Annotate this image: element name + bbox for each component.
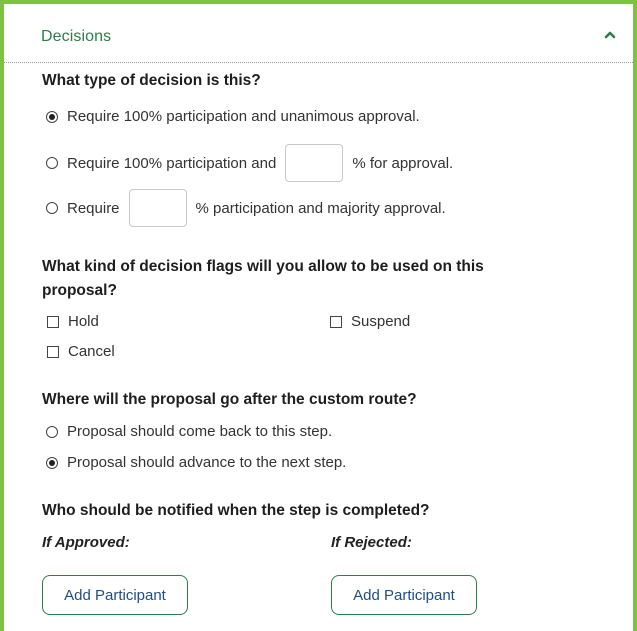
flag-label: Cancel (68, 343, 115, 360)
add-participant-rejected-button[interactable]: Add Participant (331, 575, 477, 615)
decision-option-label: Require 100% participation and unanimous… (67, 108, 420, 125)
route-option-label: Proposal should come back to this step. (67, 423, 333, 440)
chevron-up-icon[interactable] (603, 29, 617, 41)
route-radio-come-back[interactable] (46, 425, 58, 438)
decision-option-label: Require (67, 199, 120, 217)
route-option-come-back[interactable]: Proposal should come back to this step. (46, 423, 332, 440)
decision-type-question: What type of decision is this? (42, 72, 261, 89)
decision-option-label: % for approval. (352, 154, 454, 172)
decision-option-label: Require 100% participation and (67, 154, 277, 172)
decision-option-unanimous[interactable]: Require 100% participation and unanimous… (46, 108, 420, 125)
decision-option-label: % participation and majority approval. (195, 199, 446, 217)
flag-hold-checkbox[interactable] (47, 315, 59, 328)
decision-option-percent-participation[interactable]: Require % participation and majority app… (46, 189, 446, 227)
if-approved-label: If Approved: (42, 534, 130, 551)
panel-header[interactable]: Decisions (4, 4, 633, 63)
panel-title: Decisions (41, 28, 112, 45)
flag-suspend-checkbox[interactable] (330, 315, 342, 328)
flag-suspend[interactable]: Suspend (330, 313, 410, 330)
decision-flags-question-cont: proposal? (42, 282, 117, 299)
flag-label: Hold (68, 313, 99, 330)
notify-question: Who should be notified when the step is … (42, 502, 430, 519)
flag-cancel-checkbox[interactable] (47, 345, 59, 358)
flag-hold[interactable]: Hold (47, 313, 99, 330)
add-participant-approved-button[interactable]: Add Participant (42, 575, 188, 615)
flag-label: Suspend (351, 313, 411, 330)
route-question: Where will the proposal go after the cus… (42, 391, 417, 408)
approval-percent-input[interactable] (285, 144, 344, 182)
if-rejected-label: If Rejected: (331, 534, 412, 551)
decision-radio-percent-participation[interactable] (46, 202, 58, 214)
decision-radio-unanimous[interactable] (46, 110, 58, 123)
participation-percent-input[interactable] (128, 189, 187, 227)
route-option-label: Proposal should advance to the next step… (67, 454, 347, 471)
decision-radio-percent-approval[interactable] (46, 157, 58, 169)
decision-flags-question: What kind of decision flags will you all… (42, 258, 484, 275)
route-option-advance[interactable]: Proposal should advance to the next step… (46, 454, 346, 471)
flag-cancel[interactable]: Cancel (47, 343, 115, 360)
route-radio-advance[interactable] (46, 456, 58, 469)
decision-option-percent-approval[interactable]: Require 100% participation and % for app… (46, 144, 453, 182)
